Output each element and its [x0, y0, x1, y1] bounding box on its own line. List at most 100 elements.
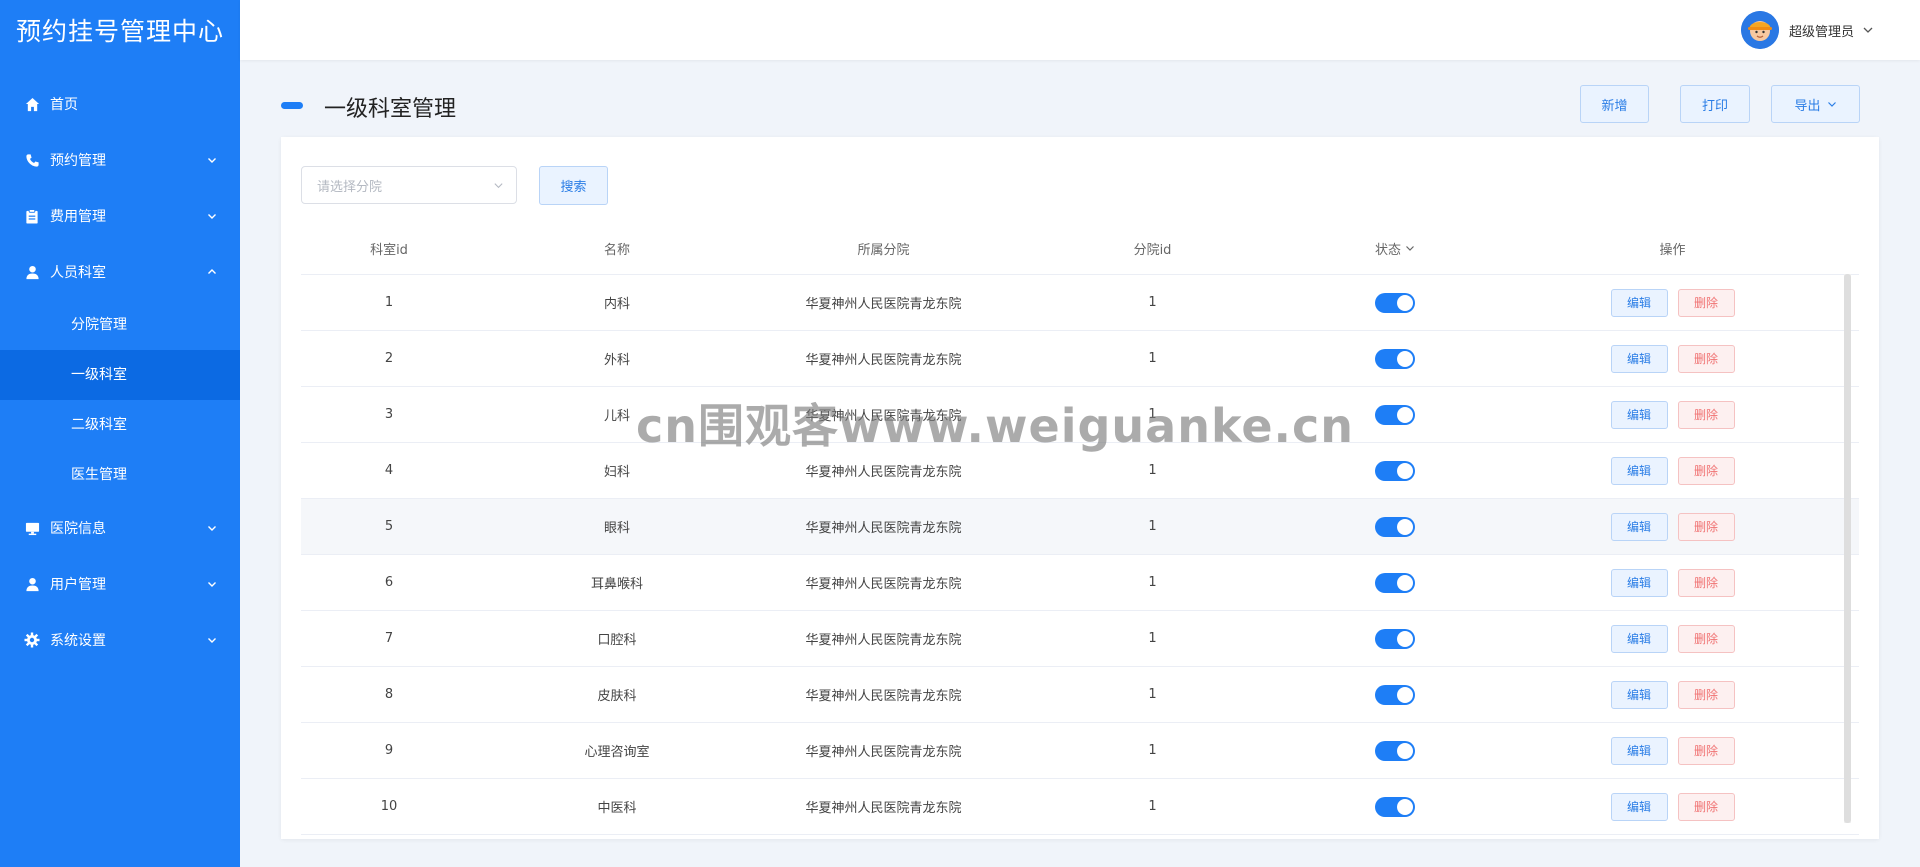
cell-branch-id: 1: [1148, 799, 1157, 814]
edit-button[interactable]: 编辑: [1610, 400, 1668, 429]
table-row[interactable]: 3 儿科 华夏神州人民医院青龙东院 1 编辑 删除: [301, 387, 1859, 443]
sidebar-item-label: 首页: [50, 97, 78, 113]
status-toggle[interactable]: [1375, 460, 1415, 481]
sidebar-item-appointments[interactable]: 预约管理: [0, 132, 240, 188]
delete-button[interactable]: 删除: [1677, 624, 1735, 653]
scrollbar-thumb[interactable]: [1844, 274, 1851, 823]
column-header-status[interactable]: 状态: [1295, 239, 1495, 258]
app-title: 预约挂号管理中心: [15, 17, 224, 46]
delete-button[interactable]: 删除: [1677, 344, 1735, 373]
chevron-up-icon: [208, 269, 216, 274]
edit-button[interactable]: 编辑: [1610, 624, 1668, 653]
delete-button[interactable]: 删除: [1677, 400, 1735, 429]
cell-actions: 编辑 删除: [1495, 736, 1850, 765]
table-row[interactable]: 2 外科 华夏神州人民医院青龙东院 1 编辑 删除: [301, 331, 1859, 387]
status-toggle[interactable]: [1375, 516, 1415, 537]
sidebar-item-label: 医院信息: [50, 521, 106, 537]
cell-actions: 编辑 删除: [1495, 456, 1850, 485]
cell-actions: 编辑 删除: [1495, 568, 1850, 597]
cell-status: [1295, 292, 1495, 313]
chevron-down-icon: [208, 214, 216, 219]
table-row[interactable]: 4 妇科 华夏神州人民医院青龙东院 1 编辑 删除: [301, 443, 1859, 499]
gear-icon: [24, 632, 40, 648]
table-row[interactable]: 10 中医科 华夏神州人民医院青龙东院 1 编辑 删除: [301, 779, 1859, 835]
table-row[interactable]: 6 耳鼻喉科 华夏神州人民医院青龙东院 1 编辑 删除: [301, 555, 1859, 611]
branch-select[interactable]: 请选择分院: [301, 166, 517, 204]
chevron-down-icon: [208, 158, 216, 163]
edit-button[interactable]: 编辑: [1610, 680, 1668, 709]
cell-name: 外科: [603, 353, 630, 368]
delete-button[interactable]: 删除: [1677, 736, 1735, 765]
edit-button[interactable]: 编辑: [1610, 792, 1668, 821]
edit-button[interactable]: 编辑: [1610, 568, 1668, 597]
sidebar-item-hospital-info[interactable]: 医院信息: [0, 500, 240, 556]
sidebar-item-doctor-management[interactable]: 医生管理: [0, 450, 240, 500]
status-toggle[interactable]: [1375, 572, 1415, 593]
search-button[interactable]: 搜索: [539, 166, 608, 205]
delete-button[interactable]: 删除: [1677, 288, 1735, 317]
sidebar-item-label: 用户管理: [50, 577, 106, 593]
edit-button[interactable]: 编辑: [1610, 512, 1668, 541]
edit-button[interactable]: 编辑: [1610, 344, 1668, 373]
home-icon: [24, 96, 40, 112]
cell-actions: 编辑 删除: [1495, 792, 1850, 821]
delete-button[interactable]: 删除: [1677, 792, 1735, 821]
sidebar-item-fees[interactable]: 费用管理: [0, 188, 240, 244]
cell-branch: 华夏神州人民医院青龙东院: [805, 521, 962, 536]
cell-branch-id: 1: [1148, 295, 1157, 310]
export-button[interactable]: 导出: [1771, 85, 1860, 123]
user-icon: [24, 576, 40, 592]
chevron-down-icon: [494, 183, 503, 189]
cell-status: [1295, 572, 1495, 593]
cell-status: [1295, 516, 1495, 537]
status-toggle[interactable]: [1375, 404, 1415, 425]
add-button[interactable]: 新增: [1580, 85, 1649, 123]
status-toggle[interactable]: [1375, 684, 1415, 705]
user-name: 超级管理员: [1788, 24, 1854, 40]
cell-id: 6: [384, 575, 394, 590]
table-row[interactable]: 1 内科 华夏神州人民医院青龙东院 1 编辑 删除: [301, 275, 1859, 331]
sidebar-item-secondary-departments[interactable]: 二级科室: [0, 400, 240, 450]
cell-actions: 编辑 删除: [1495, 512, 1850, 541]
delete-button[interactable]: 删除: [1677, 680, 1735, 709]
edit-button[interactable]: 编辑: [1610, 288, 1668, 317]
table-row[interactable]: 8 皮肤科 华夏神州人民医院青龙东院 1 编辑 删除: [301, 667, 1859, 723]
cell-branch: 华夏神州人民医院青龙东院: [805, 353, 962, 368]
sidebar: 预约挂号管理中心 首页 预约管理 费用管理 人员科室 分院管理 一级科室 二级科…: [0, 0, 240, 867]
sidebar-item-system-settings[interactable]: 系统设置: [0, 612, 240, 668]
print-button[interactable]: 打印: [1680, 85, 1750, 123]
cell-name: 皮肤科: [597, 689, 637, 704]
status-toggle[interactable]: [1375, 740, 1415, 761]
table-row[interactable]: 7 口腔科 华夏神州人民医院青龙东院 1 编辑 删除: [301, 611, 1859, 667]
status-toggle[interactable]: [1375, 628, 1415, 649]
sidebar-item-label: 预约管理: [50, 153, 106, 169]
table-row[interactable]: 5 眼科 华夏神州人民医院青龙东院 1 编辑 删除: [301, 499, 1859, 555]
table-header: 科室id 名称 所属分院 分院id 状态 操作: [301, 222, 1859, 275]
toggle-knob: [1397, 294, 1413, 311]
delete-button[interactable]: 删除: [1677, 512, 1735, 541]
sidebar-item-staff-departments[interactable]: 人员科室: [0, 244, 240, 300]
sidebar-item-home[interactable]: 首页: [0, 76, 240, 132]
avatar: [1740, 11, 1779, 49]
export-button-label: 导出: [1794, 98, 1821, 114]
table-body: 1 内科 华夏神州人民医院青龙东院 1 编辑 删除 2 外科 华夏神州人民医院青龙东院 1 编辑 删除…: [301, 275, 1859, 835]
status-toggle[interactable]: [1375, 796, 1415, 817]
sidebar-item-primary-departments[interactable]: 一级科室: [0, 350, 240, 400]
table-scrollbar[interactable]: [1844, 274, 1851, 823]
cell-branch: 华夏神州人民医院青龙东院: [805, 577, 962, 592]
branch-select-placeholder: 请选择分院: [317, 179, 383, 195]
sidebar-item-branch-management[interactable]: 分院管理: [0, 300, 240, 350]
status-toggle[interactable]: [1375, 292, 1415, 313]
toggle-knob: [1397, 798, 1413, 815]
table-row[interactable]: 9 心理咨询室 华夏神州人民医院青龙东院 1 编辑 删除: [301, 723, 1859, 779]
status-toggle[interactable]: [1375, 348, 1415, 369]
delete-button[interactable]: 删除: [1677, 568, 1735, 597]
sidebar-item-user-management[interactable]: 用户管理: [0, 556, 240, 612]
edit-button[interactable]: 编辑: [1610, 736, 1668, 765]
cell-actions: 编辑 删除: [1495, 680, 1850, 709]
user-icon: [24, 264, 40, 280]
cell-branch-id: 1: [1148, 351, 1157, 366]
edit-button[interactable]: 编辑: [1610, 456, 1668, 485]
user-menu[interactable]: 超级管理员: [1740, 11, 1874, 49]
delete-button[interactable]: 删除: [1677, 456, 1735, 485]
